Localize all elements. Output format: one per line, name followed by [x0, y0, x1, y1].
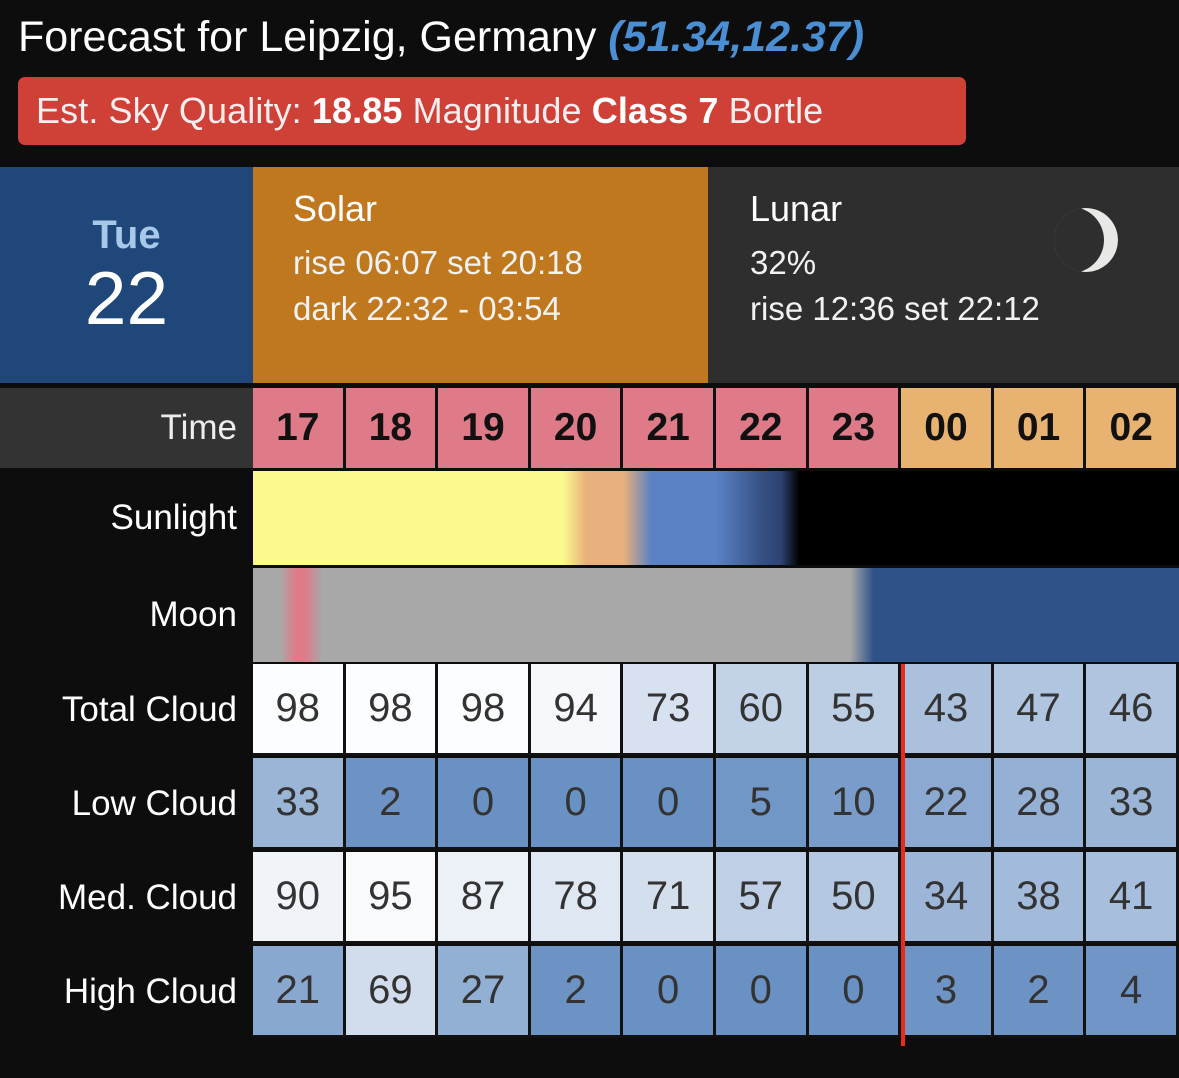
cloud-value-cell[interactable]: 2 — [993, 946, 1087, 1038]
coordinates-text: (51.34,12.37) — [608, 13, 865, 61]
cloud-value-cell[interactable]: 2 — [530, 946, 624, 1038]
cloud-value-cell[interactable]: 90 — [253, 852, 346, 944]
sky-quality-label: Est. Sky Quality: — [36, 90, 302, 131]
cloud-value-cell[interactable]: 2 — [345, 758, 439, 850]
time-row-label: Time — [0, 388, 253, 468]
cloud-value-cell[interactable]: 46 — [1086, 664, 1179, 756]
cloud-value-cell[interactable]: 0 — [438, 758, 531, 850]
sunlight-row-label: Sunlight — [0, 471, 253, 565]
date-day-number: 22 — [84, 255, 169, 340]
cloud-value-cell[interactable]: 0 — [623, 946, 716, 1038]
time-header-cell[interactable]: 19 — [438, 388, 531, 468]
cloud-value-cell[interactable]: 21 — [253, 946, 346, 1038]
row-label: High Cloud — [0, 946, 253, 1038]
bortle-class: Class 7 — [591, 90, 719, 131]
sunlight-band — [253, 471, 1179, 565]
sunlight-cells — [253, 471, 1179, 565]
header: Forecast for Leipzig, Germany (51.34,12.… — [0, 0, 1179, 145]
cloud-value-cell[interactable]: 0 — [530, 758, 624, 850]
cloud-value-cell[interactable]: 33 — [1086, 758, 1179, 850]
cloud-value-cell[interactable]: 71 — [623, 852, 716, 944]
row-label: Low Cloud — [0, 758, 253, 850]
cloud-value-cell[interactable]: 0 — [715, 946, 809, 1038]
time-header-cell[interactable]: 23 — [808, 388, 902, 468]
waxing-crescent-moon-icon — [1054, 208, 1118, 272]
row-label: Total Cloud — [0, 664, 253, 756]
lunar-riseset: rise 12:36 set 22:12 — [750, 290, 1040, 328]
time-cells: 17 18 19 20 21 22 23 00 01 02 — [253, 388, 1179, 468]
cloud-value-cell[interactable]: 47 — [993, 664, 1087, 756]
time-header-cell[interactable]: 00 — [901, 388, 994, 468]
cloud-value-cell[interactable]: 95 — [345, 852, 439, 944]
time-header-cell[interactable]: 21 — [623, 388, 716, 468]
time-header-cell[interactable]: 22 — [715, 388, 809, 468]
cloud-value-cell[interactable]: 10 — [808, 758, 902, 850]
cloud-value-cell[interactable]: 4 — [1086, 946, 1179, 1038]
lunar-panel: Lunar 32% rise 12:36 set 22:12 — [708, 167, 1179, 383]
cloud-value-cell[interactable]: 60 — [715, 664, 809, 756]
table-row: Total Cloud 98 98 98 94 73 60 55 43 47 46 — [0, 664, 1179, 756]
cloud-value-cell[interactable]: 98 — [438, 664, 531, 756]
row-cells: 21 69 27 2 0 0 0 3 2 4 — [253, 946, 1179, 1038]
cloud-value-cell[interactable]: 41 — [1086, 852, 1179, 944]
cloud-data-rows: Total Cloud 98 98 98 94 73 60 55 43 47 46 Low Cloud… — [0, 664, 1179, 1038]
time-header-cell[interactable]: 17 — [253, 388, 346, 468]
cloud-value-cell[interactable]: 34 — [901, 852, 994, 944]
sky-quality-text: Est. Sky Quality: 18.85 Magnitude Class … — [36, 90, 823, 132]
sunlight-row: Sunlight — [0, 471, 1179, 565]
cloud-value-cell[interactable]: 27 — [438, 946, 531, 1038]
cloud-value-cell[interactable]: 33 — [253, 758, 346, 850]
solar-riseset: rise 06:07 set 20:18 — [293, 243, 583, 281]
cloud-value-cell[interactable]: 0 — [808, 946, 902, 1038]
cloud-value-cell[interactable]: 5 — [715, 758, 809, 850]
solar-dark: dark 22:32 - 03:54 — [293, 290, 561, 328]
day-summary-row: Tue 22 Solar rise 06:07 set 20:18 dark 2… — [0, 167, 1179, 383]
moon-cells — [253, 568, 1179, 662]
moon-row: Moon — [0, 568, 1179, 662]
row-cells: 98 98 98 94 73 60 55 43 47 46 — [253, 664, 1179, 756]
page-title: Forecast for Leipzig, Germany (51.34,12.… — [0, 8, 1179, 59]
cloud-value-cell[interactable]: 57 — [715, 852, 809, 944]
date-weekday: Tue — [92, 212, 161, 257]
cloud-value-cell[interactable]: 73 — [623, 664, 716, 756]
sky-quality-value: 18.85 — [311, 90, 403, 131]
cloud-value-cell[interactable]: 0 — [623, 758, 716, 850]
moon-row-label: Moon — [0, 568, 253, 662]
cloud-value-cell[interactable]: 22 — [901, 758, 994, 850]
moon-band — [253, 568, 1179, 662]
page-title-text: Forecast for Leipzig, Germany — [18, 13, 597, 61]
date-cell[interactable]: Tue 22 — [0, 167, 253, 383]
row-cells: 33 2 0 0 0 5 10 22 28 33 — [253, 758, 1179, 850]
sky-quality-unit: Magnitude — [412, 90, 582, 131]
sky-quality-banner: Est. Sky Quality: 18.85 Magnitude Class … — [18, 77, 966, 145]
solar-panel: Solar rise 06:07 set 20:18 dark 22:32 - … — [253, 167, 708, 383]
cloud-value-cell[interactable]: 69 — [345, 946, 439, 1038]
cloud-value-cell[interactable]: 28 — [993, 758, 1087, 850]
time-header-cell[interactable]: 01 — [993, 388, 1087, 468]
solar-heading: Solar — [293, 188, 378, 229]
time-header-cell[interactable]: 18 — [345, 388, 439, 468]
cloud-value-cell[interactable]: 78 — [530, 852, 624, 944]
forecast-grid: Time 17 18 19 20 21 22 23 00 01 02 Sunlight Moon … — [0, 388, 1179, 1046]
cloud-value-cell[interactable]: 87 — [438, 852, 531, 944]
cloud-value-cell[interactable]: 43 — [901, 664, 994, 756]
time-header-cell[interactable]: 20 — [530, 388, 624, 468]
table-row: Med. Cloud 90 95 87 78 71 57 50 34 38 41 — [0, 852, 1179, 944]
cloud-value-cell[interactable]: 98 — [345, 664, 439, 756]
cloud-value-cell[interactable]: 94 — [530, 664, 624, 756]
table-row: Low Cloud 33 2 0 0 0 5 10 22 28 33 — [0, 758, 1179, 850]
row-label: Med. Cloud — [0, 852, 253, 944]
cloud-value-cell[interactable]: 3 — [901, 946, 994, 1038]
cloud-value-cell[interactable]: 55 — [808, 664, 902, 756]
time-header-cell[interactable]: 02 — [1086, 388, 1179, 468]
table-row: High Cloud 21 69 27 2 0 0 0 3 2 4 — [0, 946, 1179, 1038]
cloud-value-cell[interactable]: 38 — [993, 852, 1087, 944]
cloud-value-cell[interactable]: 50 — [808, 852, 902, 944]
time-header-row: Time 17 18 19 20 21 22 23 00 01 02 — [0, 388, 1179, 468]
row-cells: 90 95 87 78 71 57 50 34 38 41 — [253, 852, 1179, 944]
cloud-value-cell[interactable]: 98 — [253, 664, 346, 756]
bortle-unit: Bortle — [728, 90, 824, 131]
